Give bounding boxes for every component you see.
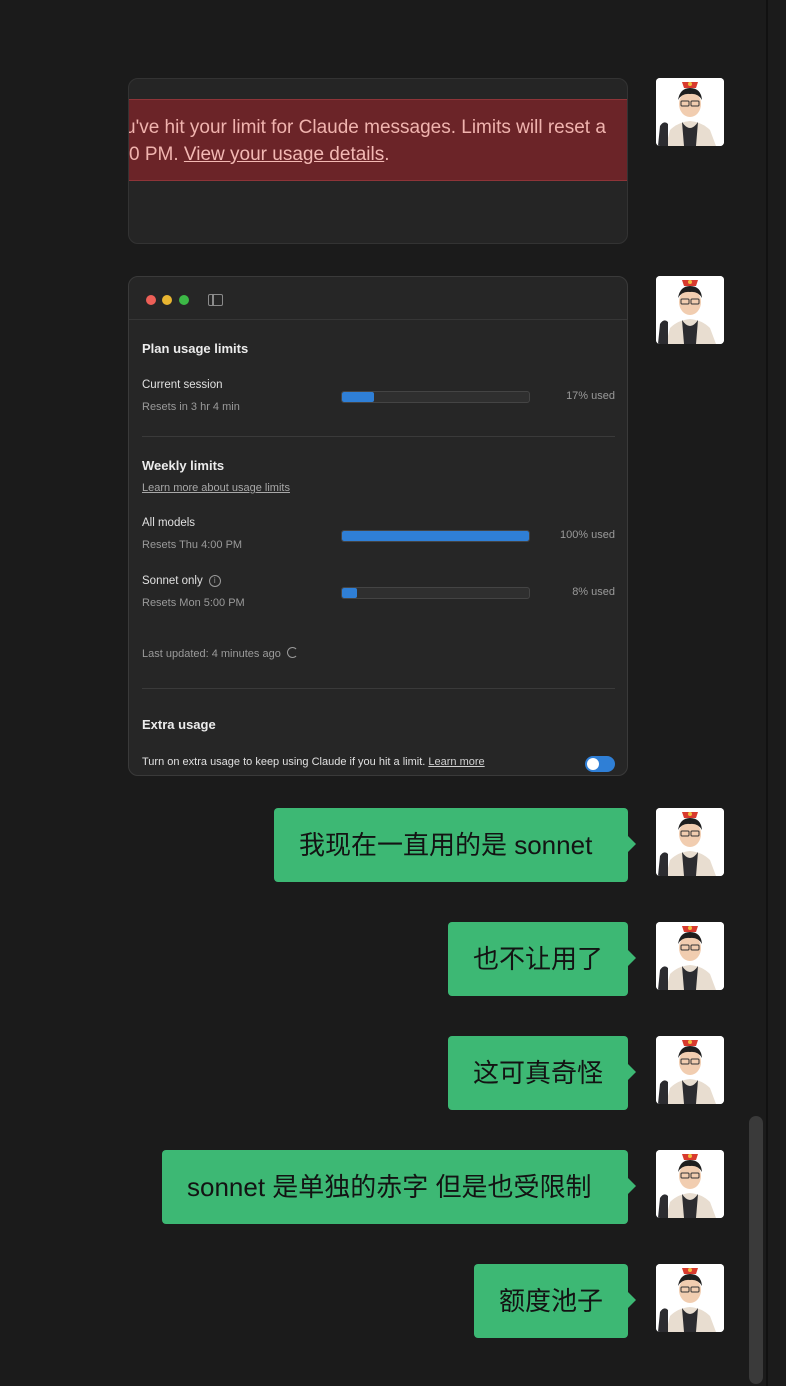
extra-usage-title: Extra usage bbox=[142, 717, 216, 732]
limit-banner-time: 0 PM. bbox=[129, 144, 184, 165]
scrollbar-thumb[interactable] bbox=[749, 1116, 763, 1384]
avatar[interactable] bbox=[656, 1150, 724, 1218]
divider bbox=[142, 436, 615, 437]
limit-banner-period: . bbox=[384, 144, 390, 165]
sonnet-only-progress bbox=[341, 587, 530, 599]
avatar[interactable] bbox=[656, 276, 724, 344]
sonnet-only-percent: 8% used bbox=[572, 586, 615, 598]
message-bubble[interactable]: 这可真奇怪 bbox=[448, 1036, 636, 1110]
message-bubble[interactable]: 也不让用了 bbox=[448, 922, 636, 996]
plan-usage-title: Plan usage limits bbox=[142, 341, 249, 356]
avatar[interactable] bbox=[656, 1264, 724, 1332]
all-models-percent: 100% used bbox=[559, 529, 615, 541]
message-bubble[interactable]: sonnet 是单独的赤字 但是也受限制 bbox=[162, 1150, 636, 1224]
current-session-title: Current session bbox=[142, 379, 223, 391]
window-minimize-icon bbox=[162, 295, 172, 305]
scrollbar-track[interactable] bbox=[766, 0, 786, 1386]
all-models-progress bbox=[341, 530, 530, 542]
info-icon[interactable]: i bbox=[208, 575, 221, 587]
toggle-knob bbox=[587, 758, 599, 770]
current-session-progress bbox=[341, 391, 530, 403]
current-session-resets: Resets in 3 hr 4 min bbox=[142, 401, 240, 413]
divider bbox=[142, 688, 615, 689]
extra-usage-description: Turn on extra usage to keep using Claude… bbox=[142, 756, 485, 768]
current-session-percent: 17% used bbox=[566, 390, 615, 402]
all-models-title: All models bbox=[142, 517, 196, 529]
extra-usage-text: Turn on extra usage to keep using Claude… bbox=[142, 756, 426, 768]
extra-usage-toggle[interactable] bbox=[585, 756, 615, 772]
sonnet-only-progress-fill bbox=[342, 588, 357, 598]
message-bubble[interactable]: 额度池子 bbox=[474, 1264, 636, 1338]
last-updated-text: Last updated: 4 minutes ago bbox=[142, 648, 281, 660]
divider bbox=[129, 319, 627, 320]
limit-banner-line2: 0 PM. View your usage details. bbox=[129, 144, 390, 166]
usage-details-link: View your usage details bbox=[183, 144, 385, 165]
image-message-usage-panel[interactable]: Plan usage limits Current session Resets… bbox=[128, 276, 628, 776]
avatar[interactable] bbox=[656, 78, 724, 146]
avatar[interactable] bbox=[656, 922, 724, 990]
refresh-icon[interactable] bbox=[286, 647, 298, 658]
window-maximize-icon bbox=[179, 295, 189, 305]
sidebar-toggle-icon bbox=[208, 294, 223, 306]
limit-banner-line1: u've hit your limit for Claude messages.… bbox=[129, 117, 606, 138]
learn-usage-limits-link[interactable]: Learn more about usage limits bbox=[142, 482, 290, 494]
sonnet-only-row: Sonnet only i bbox=[142, 575, 221, 587]
sonnet-only-title: Sonnet only bbox=[142, 575, 203, 587]
window-close-icon bbox=[146, 295, 156, 305]
all-models-resets: Resets Thu 4:00 PM bbox=[142, 539, 243, 551]
weekly-limits-title: Weekly limits bbox=[142, 458, 225, 473]
all-models-progress-fill bbox=[342, 531, 529, 541]
image-message-limit-banner[interactable]: u've hit your limit for Claude messages.… bbox=[128, 78, 628, 244]
chat-area: u've hit your limit for Claude messages.… bbox=[0, 0, 768, 1386]
avatar[interactable] bbox=[656, 808, 724, 876]
sonnet-only-resets: Resets Mon 5:00 PM bbox=[142, 597, 245, 609]
avatar[interactable] bbox=[656, 1036, 724, 1104]
limit-banner: u've hit your limit for Claude messages.… bbox=[129, 99, 627, 181]
last-updated-row: Last updated: 4 minutes ago bbox=[142, 647, 298, 660]
extra-usage-learn-more-link[interactable]: Learn more bbox=[428, 756, 484, 768]
message-bubble[interactable]: 我现在一直用的是 sonnet bbox=[274, 808, 636, 882]
current-session-progress-fill bbox=[342, 392, 374, 402]
